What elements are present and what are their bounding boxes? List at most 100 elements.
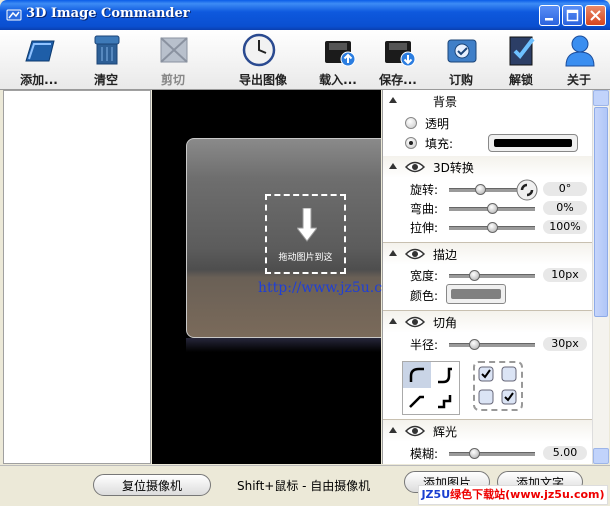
background-title: 背景 [433,95,458,109]
rotate-knob[interactable] [475,184,486,195]
stroke-width-slider[interactable] [449,270,535,281]
crop-button[interactable]: 剪切 [142,30,204,89]
stretch-slider[interactable] [449,222,535,233]
load-disk-icon [325,41,356,67]
title-bar: 3D Image Commander [0,0,610,30]
clear-label: 清空 [93,73,118,87]
scroll-down-button[interactable] [593,448,609,464]
corner-radius-slider[interactable] [449,339,535,350]
corner-radius-knob[interactable] [469,339,480,350]
camera-hint: Shift+鼠标 - 自由摄像机 [237,479,371,493]
bevel-corner-icon[interactable] [403,388,431,414]
corner-style-grid [402,361,460,415]
drop-zone[interactable]: 拖动图片到这 [265,194,346,274]
about-button[interactable]: 关于 [548,30,610,89]
close-button[interactable] [585,5,606,26]
add-button[interactable]: 添加... [8,30,70,89]
corner-header[interactable]: 切角 [383,311,593,333]
unlock-label: 解锁 [508,73,533,87]
bottom-right-checkbox[interactable] [501,389,517,405]
bend-label: 弯曲: [410,202,439,216]
order-label: 订购 [448,73,473,87]
stroke-color-label: 颜色: [410,289,439,303]
site-badge-prefix: JZ5U [421,488,451,501]
glow-blur-knob[interactable] [469,448,480,459]
stroke-width-value: 10px [543,268,587,282]
corner-radius-value: 30px [543,337,587,351]
export-image-button[interactable]: 导出图像 [227,30,289,89]
glow-blur-label: 模糊: [410,447,439,461]
reset-rotate-icon[interactable] [516,179,538,201]
background-header[interactable]: 背景 [383,90,593,112]
stroke-header[interactable]: 描边 [383,243,593,265]
export-image-label: 导出图像 [238,73,287,87]
collapse-triangle-icon [389,97,397,103]
bend-value: 0% [543,201,587,215]
glow-blur-value: 5.00 [543,446,587,460]
glow-header[interactable]: 辉光 [383,420,593,442]
image-list-pane[interactable] [3,90,151,464]
inverse-corner-icon[interactable] [431,362,459,388]
background-section: 背景 透明 填充: [383,90,593,157]
maximize-icon [566,9,579,22]
stretch-value: 100% [543,220,587,234]
scroll-thumb[interactable] [594,107,608,317]
transform3d-section: 3D转换 旋转: 0° 弯曲: 0% 拉伸: 100% [383,156,593,243]
notch-corner-icon[interactable] [431,388,459,414]
scroll-up-button[interactable] [593,90,609,106]
minimize-button[interactable] [539,5,560,26]
fill-color-button[interactable] [488,134,578,152]
site-badge-text: 绿色下载站(www.jz5u.com) [450,488,605,501]
eye-icon[interactable] [405,161,425,173]
clear-trash-icon [94,35,120,65]
rotate-value: 0° [543,182,587,196]
load-label: 载入... [319,73,357,87]
reset-camera-button[interactable]: 复位摄像机 [93,474,211,496]
glow-title: 辉光 [433,425,458,439]
unlock-button[interactable]: 解锁 [490,30,552,89]
about-label: 关于 [566,73,591,87]
eye-icon[interactable] [405,248,425,260]
frame-reflection [186,338,381,352]
eye-icon[interactable] [405,316,425,328]
drop-text: 拖动图片到这 [278,253,333,263]
transform3d-header[interactable]: 3D转换 [383,156,593,178]
bend-knob[interactable] [487,203,498,214]
stroke-color-button[interactable] [446,284,506,304]
window-title: 3D Image Commander [26,6,190,21]
clear-button[interactable]: 清空 [75,30,137,89]
stretch-knob[interactable] [487,222,498,233]
eye-icon[interactable] [405,425,425,437]
bend-slider[interactable] [449,203,535,214]
collapse-triangle-icon [389,163,397,169]
glow-blur-slider[interactable] [449,448,535,459]
collapse-triangle-icon [389,318,397,324]
stroke-width-label: 宽度: [410,269,439,283]
transform3d-title: 3D转换 [433,161,474,175]
crop-label: 剪切 [160,73,185,87]
stroke-title: 描边 [433,248,458,262]
top-left-checkbox[interactable] [478,366,494,382]
collapse-triangle-icon [389,427,397,433]
round-corner-icon[interactable] [403,362,431,388]
fill-radio[interactable] [405,137,417,149]
corner-radius-label: 半径: [410,338,439,352]
preview-canvas[interactable]: 拖动图片到这 [152,90,381,464]
about-user-icon [565,35,595,67]
stroke-width-knob[interactable] [469,270,480,281]
bottom-left-checkbox[interactable] [478,389,494,405]
glow-section: 辉光 模糊: 5.00 [383,420,593,464]
panel-scrollbar[interactable] [592,90,609,464]
down-arrow-icon [297,208,317,242]
order-button[interactable]: 订购 [430,30,492,89]
save-label: 保存... [379,73,417,87]
rotate-label: 旋转: [410,183,439,197]
transparent-label: 透明 [425,117,450,131]
corner-section: 切角 半径: 30px [383,311,593,420]
top-right-checkbox[interactable] [501,366,517,382]
save-button[interactable]: 保存... [367,30,429,89]
transparent-radio[interactable] [405,117,417,129]
fill-label: 填充: [425,137,454,151]
load-button[interactable]: 载入... [307,30,369,89]
maximize-button[interactable] [562,5,583,26]
